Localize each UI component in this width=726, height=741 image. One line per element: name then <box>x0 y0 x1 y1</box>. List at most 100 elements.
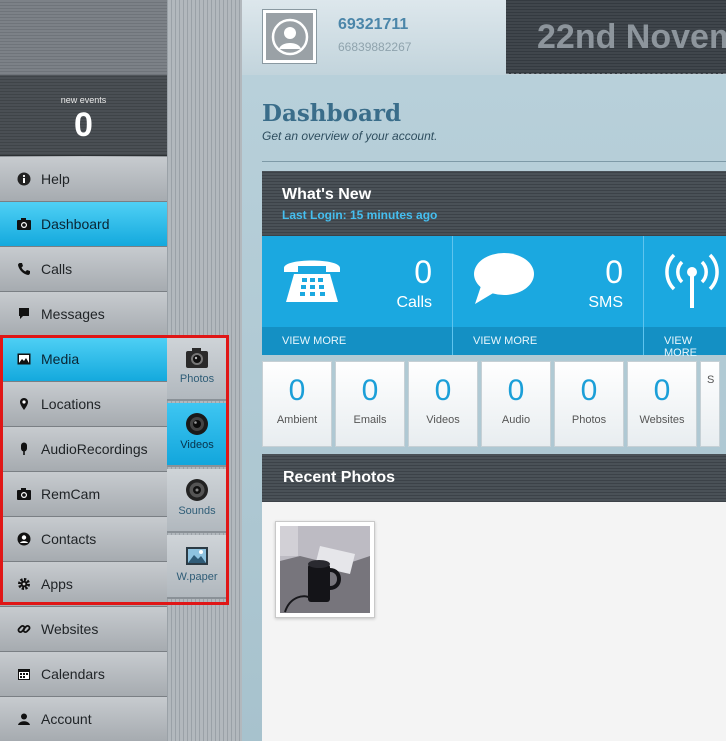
stat-count: 0 <box>288 374 306 407</box>
phone-icon <box>17 262 31 276</box>
location-pin-icon <box>17 397 31 411</box>
new-events-count: 0 <box>74 106 93 144</box>
stat-label: Audio <box>501 414 531 426</box>
sidebar-item-websites[interactable]: Websites <box>0 607 167 652</box>
divider <box>262 161 726 162</box>
wifi-view-more-link[interactable]: VIEW MORE <box>644 327 726 359</box>
stat-label: S <box>707 374 715 386</box>
stat-partial[interactable]: S <box>700 361 720 447</box>
image-icon <box>17 352 31 366</box>
antenna-icon <box>665 253 719 308</box>
gear-icon <box>17 577 31 591</box>
photo-camera-icon <box>186 348 208 368</box>
sidebar-item-dashboard[interactable]: Dashboard <box>0 202 167 247</box>
submenu-label: W.paper <box>176 571 218 583</box>
telephone-icon <box>284 260 340 302</box>
tile-calls: 0 Calls VIEW MORE <box>262 236 453 355</box>
stat-audio[interactable]: 0 Audio <box>481 361 551 447</box>
sidebar-item-messages[interactable]: Messages <box>0 292 167 337</box>
calls-label: Calls <box>396 294 432 311</box>
video-lens-icon <box>186 413 208 435</box>
submenu-item-videos[interactable]: Videos <box>167 403 227 467</box>
sidebar-item-label: Websites <box>41 621 99 637</box>
sidebar-item-audiorecordings[interactable]: AudioRecordings <box>0 427 167 472</box>
stat-websites[interactable]: 0 Websites <box>627 361 697 447</box>
sidebar-item-locations[interactable]: Locations <box>0 382 167 427</box>
submenu-item-photos[interactable]: Photos <box>167 337 227 401</box>
sidebar-item-help[interactable]: Help <box>0 157 167 202</box>
user-silhouette-icon <box>271 18 308 55</box>
stat-ambient[interactable]: 0 Ambient <box>262 361 332 447</box>
photo-image <box>280 526 370 613</box>
sidebar-item-apps[interactable]: Apps <box>0 562 167 607</box>
sms-view-more-link[interactable]: VIEW MORE <box>453 327 643 355</box>
sidebar-item-label: Media <box>41 351 80 367</box>
sidebar-item-label: Apps <box>41 576 73 592</box>
stat-count: 0 <box>507 374 525 407</box>
microphone-icon <box>17 442 31 456</box>
sidebar-item-label: Help <box>41 171 70 187</box>
recent-photos-header: Recent Photos <box>262 454 726 502</box>
account-header: 69321711 66839882267 22nd November <box>242 0 726 75</box>
sidebar-item-contacts[interactable]: Contacts <box>0 517 167 562</box>
whats-new-header: What's New Last Login: 15 minutes ago <box>262 171 726 236</box>
page-title: Dashboard <box>262 100 402 127</box>
sidebar-item-label: Dashboard <box>41 216 110 232</box>
photo-content <box>280 526 370 613</box>
link-icon <box>17 622 31 636</box>
calendar-icon <box>17 667 31 681</box>
contact-icon <box>17 532 31 546</box>
calls-count: 0 <box>414 254 432 290</box>
recent-photos-title: Recent Photos <box>283 469 396 486</box>
sidebar-item-media[interactable]: Media <box>0 337 167 382</box>
sidebar-item-label: Locations <box>41 396 101 412</box>
stat-label: Websites <box>639 414 685 426</box>
stat-label: Photos <box>571 414 607 426</box>
submenu-label: Sounds <box>178 505 216 517</box>
submenu-label: Photos <box>179 373 215 385</box>
sidebar-item-label: Calendars <box>41 666 105 682</box>
new-events-panel: new events 0 <box>0 76 167 156</box>
sidebar-item-label: Contacts <box>41 531 97 547</box>
sidebar-item-account[interactable]: Account <box>0 697 167 741</box>
sidebar-item-calendars[interactable]: Calendars <box>0 652 167 697</box>
user-icon <box>17 712 31 726</box>
submenu-label: Videos <box>180 439 214 451</box>
photo-thumbnail[interactable] <box>275 521 375 618</box>
stat-count: 0 <box>580 374 598 407</box>
stat-emails[interactable]: 0 Emails <box>335 361 405 447</box>
sidebar-item-label: RemCam <box>41 486 101 502</box>
stat-photos[interactable]: 0 Photos <box>554 361 624 447</box>
main-area: 69321711 66839882267 22nd November Dashb… <box>242 0 726 741</box>
stat-label: Videos <box>426 414 460 426</box>
sms-count: 0 <box>605 254 623 290</box>
sidebar-item-remcam[interactable]: RemCam <box>0 472 167 517</box>
stat-label: Ambient <box>276 414 318 426</box>
speaker-icon <box>186 479 208 501</box>
camera-icon <box>17 487 31 501</box>
dashboard-content: Dashboard Get an overview of your accoun… <box>242 75 726 741</box>
sidebar-item-calls[interactable]: Calls <box>0 247 167 292</box>
calls-view-more-link[interactable]: VIEW MORE <box>262 327 452 355</box>
stat-count: 0 <box>434 374 452 407</box>
avatar[interactable] <box>262 9 317 64</box>
sidebar-item-label: Calls <box>41 261 73 277</box>
speech-bubble-icon <box>474 253 534 304</box>
camera-icon <box>17 217 31 231</box>
stat-count: 0 <box>653 374 671 407</box>
submenu-item-sounds[interactable]: Sounds <box>167 469 227 533</box>
stats-row: 0 Ambient 0 Emails 0 Videos 0 Audio 0 Photos … <box>262 361 720 447</box>
sidebar-top-panel <box>0 0 167 76</box>
new-events-label: new events <box>60 95 107 105</box>
tile-wifi: VIEW MORE <box>644 236 726 359</box>
whats-new-title: What's New <box>282 186 372 203</box>
info-icon <box>17 172 31 186</box>
sidebar-menu: Help Dashboard Calls Messages Media Loca… <box>0 157 167 741</box>
sidebar-item-label: Account <box>41 711 92 727</box>
submenu-item-wallpaper[interactable]: W.paper <box>167 535 227 599</box>
tile-sms: 0 SMS VIEW MORE <box>453 236 644 355</box>
date-text: 22nd November <box>537 18 726 56</box>
stat-videos[interactable]: 0 Videos <box>408 361 478 447</box>
sidebar-item-label: Messages <box>41 306 105 322</box>
sidebar-item-label: AudioRecordings <box>41 441 148 457</box>
